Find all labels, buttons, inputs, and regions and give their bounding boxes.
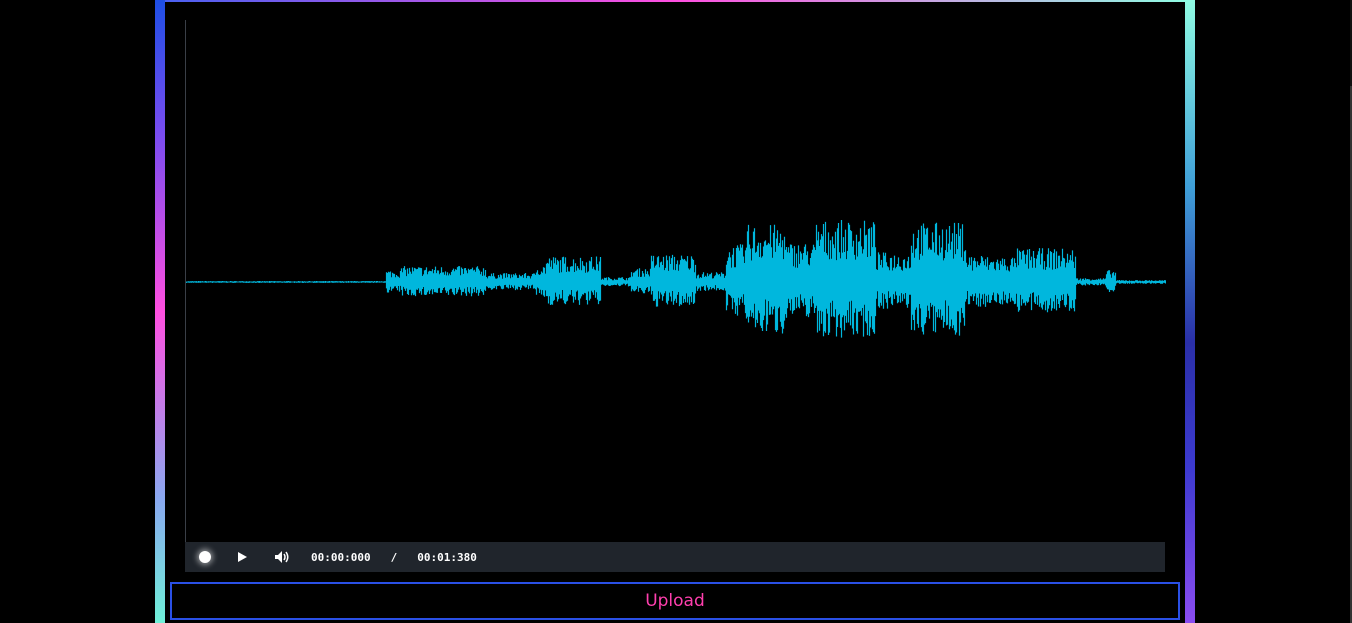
seek-thumb-icon[interactable] [199, 551, 211, 563]
gradient-border-left [155, 0, 165, 623]
gradient-border-right [1185, 0, 1195, 623]
duration-time: 00:01:380 [417, 550, 477, 564]
audio-player-card: 00:00:000 / 00:01:380 Upload [155, 0, 1195, 623]
playback-controls: 00:00:000 / 00:01:380 [185, 542, 1165, 572]
play-icon [238, 552, 247, 562]
waveform-display[interactable] [185, 20, 1166, 542]
time-separator: / [390, 550, 398, 564]
volume-button[interactable] [273, 548, 291, 566]
upload-button[interactable]: Upload [170, 582, 1180, 620]
current-time: 00:00:000 [311, 550, 371, 564]
volume-icon [275, 551, 289, 563]
play-button[interactable] [233, 548, 251, 566]
card-body: 00:00:000 / 00:01:380 Upload [165, 2, 1185, 623]
waveform-path [186, 220, 1166, 338]
waveform-svg [186, 220, 1166, 338]
